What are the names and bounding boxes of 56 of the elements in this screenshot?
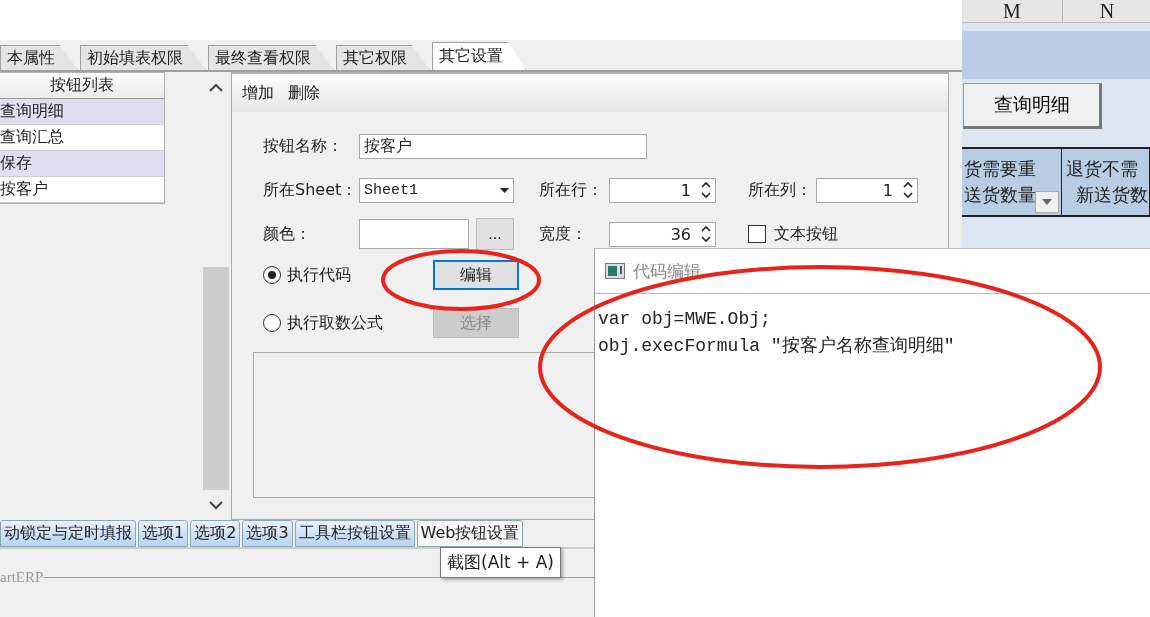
column-header: M <box>962 0 1063 22</box>
header-cell: 货需要重 送货数量 <box>962 149 1062 215</box>
tab[interactable]: 选项1 <box>138 520 189 547</box>
field-label: 宽度： <box>539 223 588 245</box>
color-field[interactable] <box>359 219 469 249</box>
scroll-up-icon[interactable] <box>209 82 223 92</box>
radio-label: 执行代码 <box>287 264 352 286</box>
action-button[interactable]: 编辑 <box>433 260 519 290</box>
checkbox-label: 文本按钮 <box>774 223 839 245</box>
list-header: 按钮列表 <box>0 73 164 99</box>
dropdown-icon <box>500 187 509 193</box>
tab[interactable]: 其它权限 <box>336 45 430 70</box>
tab[interactable]: 动锁定与定时填报 <box>0 520 136 547</box>
header-cell: 退货不需 新送货数 <box>1062 149 1150 215</box>
tab[interactable]: 工具栏按钮设置 <box>294 520 415 547</box>
spin-arrows-icon[interactable] <box>903 181 913 199</box>
input-field[interactable]: 按客户 <box>359 133 647 159</box>
field-label: 所在Sheet： <box>263 179 359 201</box>
scroll-thumb[interactable] <box>203 267 229 490</box>
tab[interactable]: Web按钮设置 <box>416 520 524 547</box>
tab[interactable]: 本属性 <box>0 45 78 70</box>
code-line: obj.execFormula ″按客户名称查询明细″ <box>598 335 956 358</box>
radio-button[interactable] <box>263 266 281 284</box>
dropdown-field[interactable]: Sheet1 <box>359 177 514 203</box>
window-icon <box>605 263 625 279</box>
spin-field[interactable]: 36 <box>609 221 716 247</box>
spin-arrows-icon[interactable] <box>701 225 711 243</box>
toolbar-button[interactable]: 增加 <box>242 82 274 104</box>
tab[interactable]: 最终查看权限 <box>208 45 334 70</box>
radio-label: 执行取数公式 <box>287 312 384 334</box>
filter-button[interactable] <box>1035 191 1059 213</box>
code-line: var obj=MWE.Obj; <box>598 308 772 331</box>
list-item[interactable]: 按客户 <box>0 177 164 203</box>
tab[interactable]: 选项2 <box>190 520 241 547</box>
list-item[interactable]: 查询明细 <box>0 99 164 125</box>
scroll-down-icon[interactable] <box>209 500 223 510</box>
group-label: artERP <box>0 568 44 586</box>
tab[interactable]: 选项3 <box>242 520 293 547</box>
list-item[interactable]: 查询汇总 <box>0 125 164 151</box>
toolbar-button[interactable]: 删除 <box>288 82 320 104</box>
query-button[interactable]: 查询明细 <box>963 83 1102 129</box>
field-label: 所在行： <box>539 179 604 201</box>
checkbox[interactable] <box>748 225 766 243</box>
tab[interactable]: 初始填表权限 <box>80 45 206 70</box>
field-label: 颜色： <box>263 223 312 245</box>
spin-field[interactable]: 1 <box>609 177 716 203</box>
spin-arrows-icon[interactable] <box>701 181 711 199</box>
screenshot-tooltip: 截图(Alt + A) <box>440 547 561 578</box>
dropdown-icon <box>1042 199 1052 205</box>
list-item[interactable]: 保存 <box>0 151 164 177</box>
browse-button[interactable]: ... <box>476 218 514 250</box>
field-label: 所在列： <box>748 179 813 201</box>
spin-field[interactable]: 1 <box>816 177 918 203</box>
tab[interactable]: 其它设置 <box>432 42 526 70</box>
field-label: 按钮名称： <box>263 135 344 157</box>
column-header: N <box>1063 0 1150 22</box>
